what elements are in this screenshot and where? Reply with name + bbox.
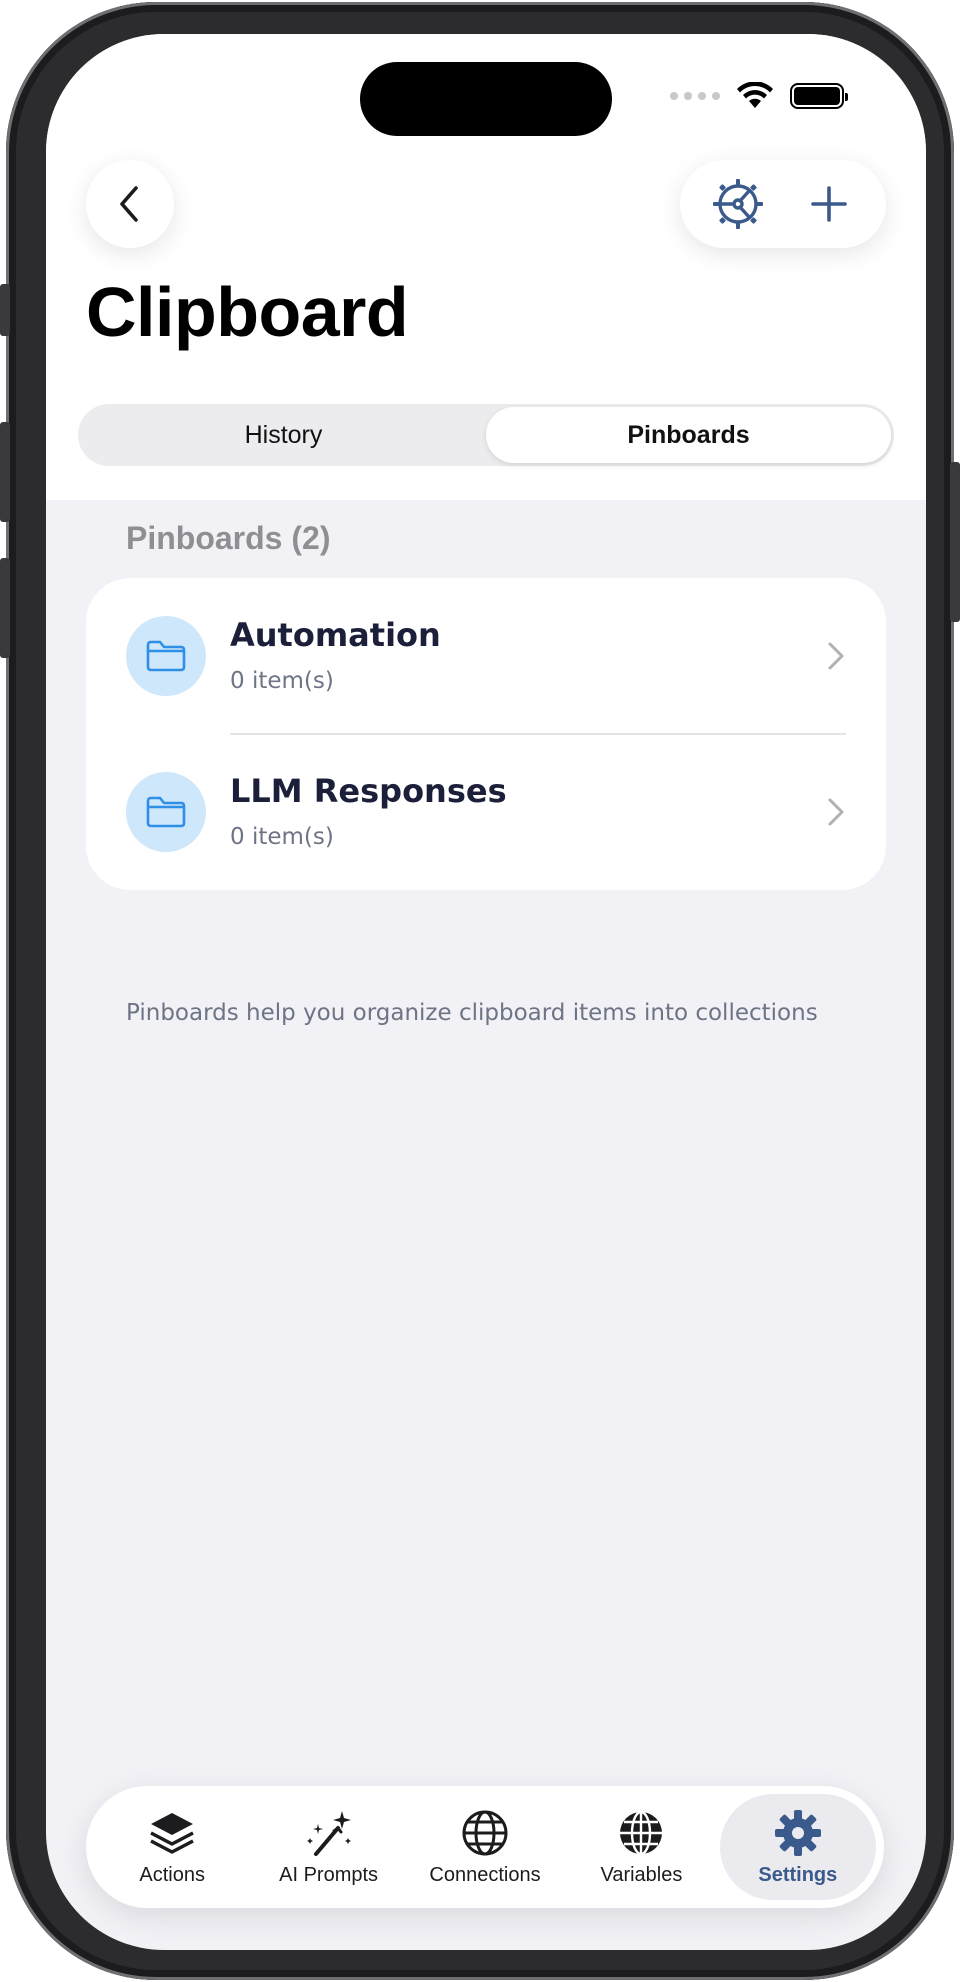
folder-icon xyxy=(146,796,186,828)
helper-text: Pinboards help you organize clipboard it… xyxy=(126,1000,818,1026)
tab-label: AI Prompts xyxy=(279,1863,379,1886)
list-item[interactable]: LLM Responses 0 item(s) xyxy=(86,734,886,890)
tab-history[interactable]: History xyxy=(81,407,486,463)
clipboard-settings-button[interactable] xyxy=(706,172,770,236)
screen: Clipboard History Pinboards Pinboards (2… xyxy=(46,34,926,1950)
add-pinboard-button[interactable] xyxy=(797,172,861,236)
dynamic-island xyxy=(360,62,612,136)
folder-icon-badge xyxy=(126,772,206,852)
steering-wheel-icon xyxy=(712,179,763,229)
tab-ai-prompts[interactable]: AI Prompts xyxy=(250,1794,406,1900)
tab-label: Actions xyxy=(139,1863,205,1886)
volume-down-button xyxy=(0,558,10,658)
header-actions xyxy=(680,160,886,248)
wifi-icon xyxy=(737,82,773,108)
status-bar xyxy=(670,82,848,110)
folder-icon xyxy=(146,640,186,672)
tab-bar: Actions AI Prompts Connections Variables… xyxy=(86,1786,884,1908)
list-item[interactable]: Automation 0 item(s) xyxy=(86,578,886,735)
globe-grid-icon xyxy=(620,1810,663,1855)
tab-settings[interactable]: Settings xyxy=(719,1794,877,1900)
pinboard-name: Automation xyxy=(230,616,441,654)
stack-icon xyxy=(150,1812,194,1854)
header-area: Clipboard History Pinboards xyxy=(46,34,926,500)
chevron-right-icon xyxy=(828,798,844,826)
power-button xyxy=(950,462,960,622)
gear-icon xyxy=(774,1809,821,1856)
tab-label: Connections xyxy=(429,1863,541,1886)
action-button xyxy=(0,284,10,336)
tab-variables[interactable]: Variables xyxy=(563,1794,719,1900)
tab-actions[interactable]: Actions xyxy=(94,1794,250,1900)
page-title: Clipboard xyxy=(86,273,409,351)
tab-label: Variables xyxy=(600,1863,683,1886)
pinboard-count: 0 item(s) xyxy=(230,824,334,850)
pinboard-count: 0 item(s) xyxy=(230,668,334,694)
chevron-left-icon xyxy=(120,186,138,222)
pinboard-name: LLM Responses xyxy=(230,772,507,810)
view-segmented-control: History Pinboards xyxy=(78,404,894,466)
folder-icon-badge xyxy=(126,616,206,696)
battery-icon xyxy=(790,83,848,109)
cellular-icon xyxy=(670,92,720,100)
section-title: Pinboards (2) xyxy=(126,520,331,556)
magic-wand-icon xyxy=(306,1810,351,1856)
volume-up-button xyxy=(0,422,10,522)
chevron-right-icon xyxy=(828,642,844,670)
pinboards-list: Automation 0 item(s) LLM Responses 0 ite… xyxy=(86,578,886,890)
tab-connections[interactable]: Connections xyxy=(407,1794,563,1900)
back-button[interactable] xyxy=(86,160,174,248)
phone-frame: Clipboard History Pinboards Pinboards (2… xyxy=(0,2,960,1980)
tab-pinboards[interactable]: Pinboards xyxy=(486,407,891,463)
plus-icon xyxy=(810,186,847,222)
globe-icon xyxy=(462,1810,508,1855)
tab-label: Settings xyxy=(758,1863,838,1886)
